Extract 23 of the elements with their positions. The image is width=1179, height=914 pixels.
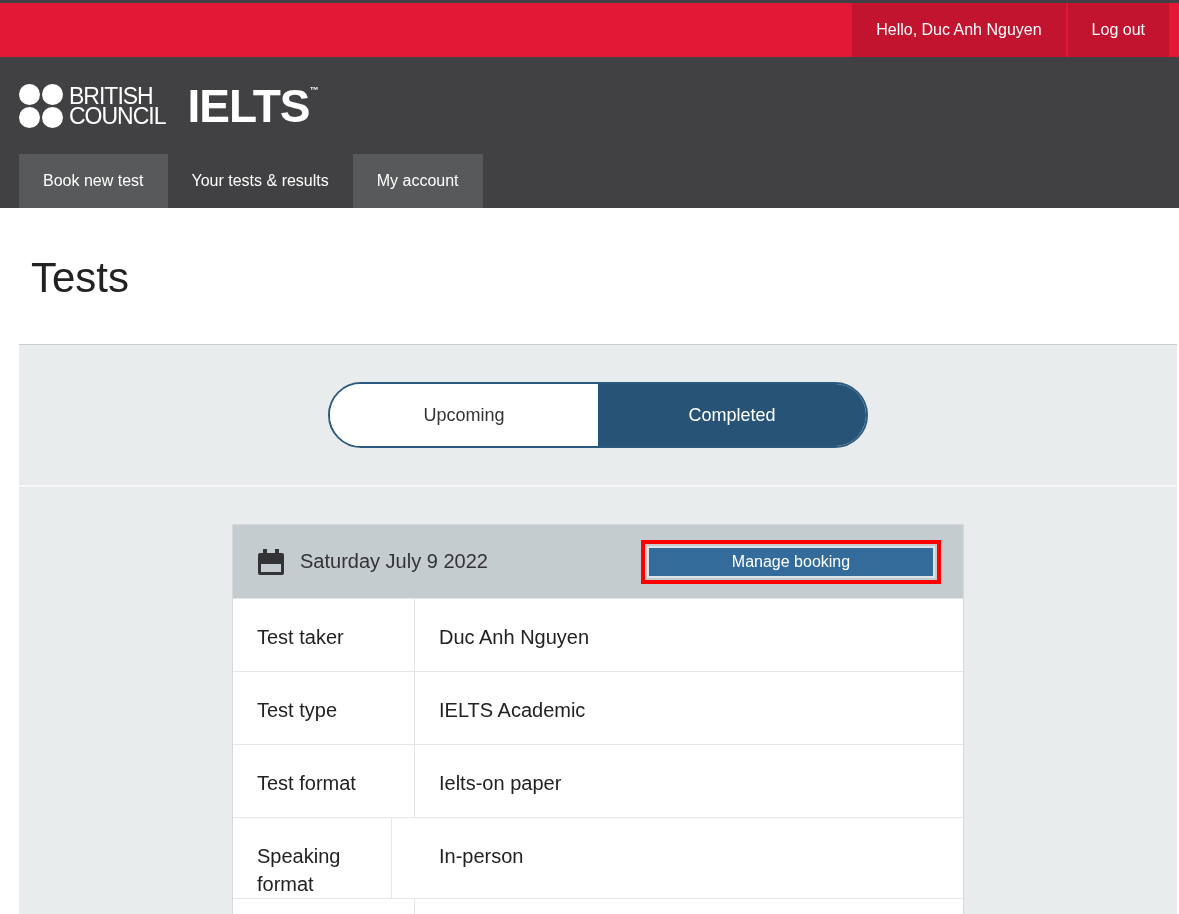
nav-tab[interactable]: Book new test (19, 154, 168, 208)
manage-booking-button[interactable]: Manage booking (647, 545, 935, 578)
row-value: Duc Anh Nguyen (438, 625, 591, 650)
logout-link[interactable]: Log out (1067, 3, 1169, 57)
test-date: Saturday July 9 2022 (300, 550, 488, 573)
row-label: Test taker (233, 599, 415, 671)
toggle-option[interactable]: Completed (598, 384, 866, 446)
nav-tab[interactable]: My account (352, 154, 483, 208)
brand-text: BRITISH (69, 85, 153, 106)
page-title: Tests (30, 253, 131, 303)
trademark-text: ™ (309, 84, 318, 95)
brand-text: COUNCIL (69, 105, 166, 126)
row-label: Speaking format (233, 818, 392, 898)
row-value: In-person (438, 844, 525, 869)
row-value: Ielts-on paper (438, 771, 563, 796)
product-logo-text: IELTS (187, 78, 310, 133)
four-circles-icon (19, 83, 63, 128)
calendar-icon (257, 548, 285, 575)
row-label: Test format (233, 745, 415, 817)
greeting-link[interactable]: Hello, Duc Anh Nguyen (852, 3, 1066, 57)
toggle-option[interactable]: Upcoming (330, 384, 598, 446)
row-value: IELTS Academic (438, 698, 587, 723)
row-label: Test type (233, 672, 415, 744)
